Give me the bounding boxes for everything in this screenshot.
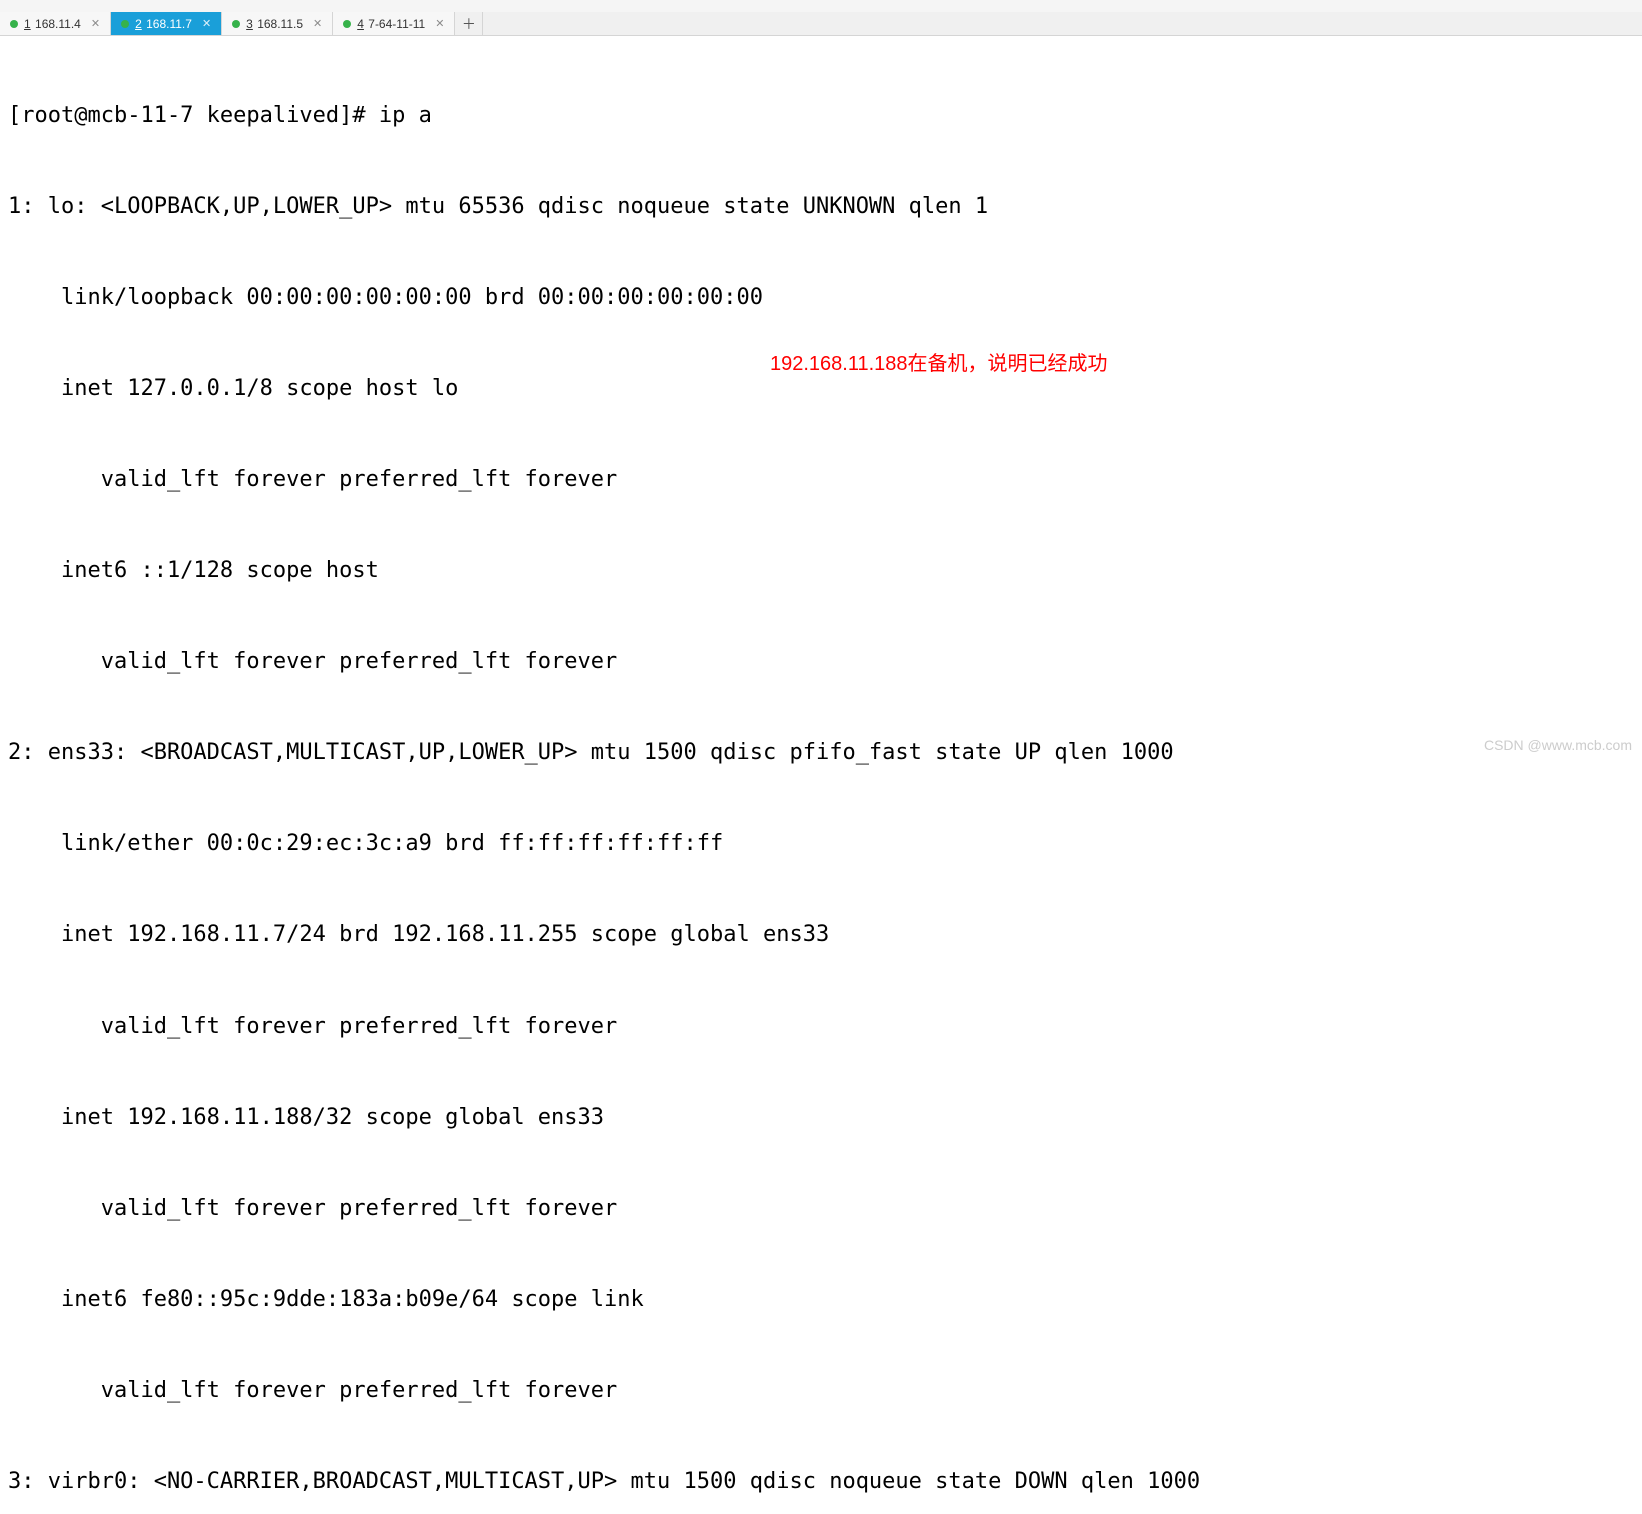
tab-session-2[interactable]: 2 168.11.7 ✕ [111,12,222,35]
tab-session-1[interactable]: 1 168.11.4 ✕ [0,12,111,35]
terminal-line: valid_lft forever preferred_lft forever [8,1376,1634,1406]
terminal-line: 1: lo: <LOOPBACK,UP,LOWER_UP> mtu 65536 … [8,192,1634,222]
add-tab-button[interactable]: ＋ [455,12,483,35]
close-icon[interactable]: ✕ [435,17,444,30]
terminal-line: valid_lft forever preferred_lft forever [8,1194,1634,1224]
tab-number: 4 [357,17,364,31]
status-dot-icon [232,20,240,28]
tab-label: 168.11.5 [257,17,303,31]
tab-bar: 1 168.11.4 ✕ 2 168.11.7 ✕ 3 168.11.5 ✕ 4… [0,12,1642,36]
terminal-line: valid_lft forever preferred_lft forever [8,647,1634,677]
terminal-line: valid_lft forever preferred_lft forever [8,465,1634,495]
close-icon[interactable]: ✕ [202,17,211,30]
window-titlebar [0,0,1642,12]
terminal-line: link/loopback 00:00:00:00:00:00 brd 00:0… [8,283,1634,313]
tab-label: 168.11.4 [35,17,81,31]
status-dot-icon [121,20,129,28]
terminal-line: 2: ens33: <BROADCAST,MULTICAST,UP,LOWER_… [8,738,1634,768]
tab-label: 168.11.7 [146,17,192,31]
annotation-note: 192.168.11.188在备机，说明已经成功 [770,351,1108,379]
terminal-line: inet6 fe80::95c:9dde:183a:b09e/64 scope … [8,1285,1634,1315]
close-icon[interactable]: ✕ [91,17,100,30]
terminal-line: inet6 ::1/128 scope host [8,556,1634,586]
status-dot-icon [10,20,18,28]
watermark-text: CSDN @www.mcb.com [1484,737,1632,753]
tab-number: 2 [135,17,142,31]
terminal-line: 3: virbr0: <NO-CARRIER,BROADCAST,MULTICA… [8,1467,1634,1497]
terminal-line: [root@mcb-11-7 keepalived]# ip a [8,101,1634,131]
tab-session-3[interactable]: 3 168.11.5 ✕ [222,12,333,35]
terminal-line: link/ether 00:0c:29:ec:3c:a9 brd ff:ff:f… [8,829,1634,859]
tab-number: 3 [246,17,253,31]
terminal-output[interactable]: [root@mcb-11-7 keepalived]# ip a 1: lo: … [0,36,1642,1514]
tab-number: 1 [24,17,31,31]
terminal-line: inet 192.168.11.188/32 scope global ens3… [8,1103,1634,1133]
close-icon[interactable]: ✕ [313,17,322,30]
tab-label: 7-64-11-11 [368,17,425,31]
terminal-line: inet 192.168.11.7/24 brd 192.168.11.255 … [8,920,1634,950]
status-dot-icon [343,20,351,28]
terminal-line: valid_lft forever preferred_lft forever [8,1012,1634,1042]
tab-session-4[interactable]: 4 7-64-11-11 ✕ [333,12,455,35]
